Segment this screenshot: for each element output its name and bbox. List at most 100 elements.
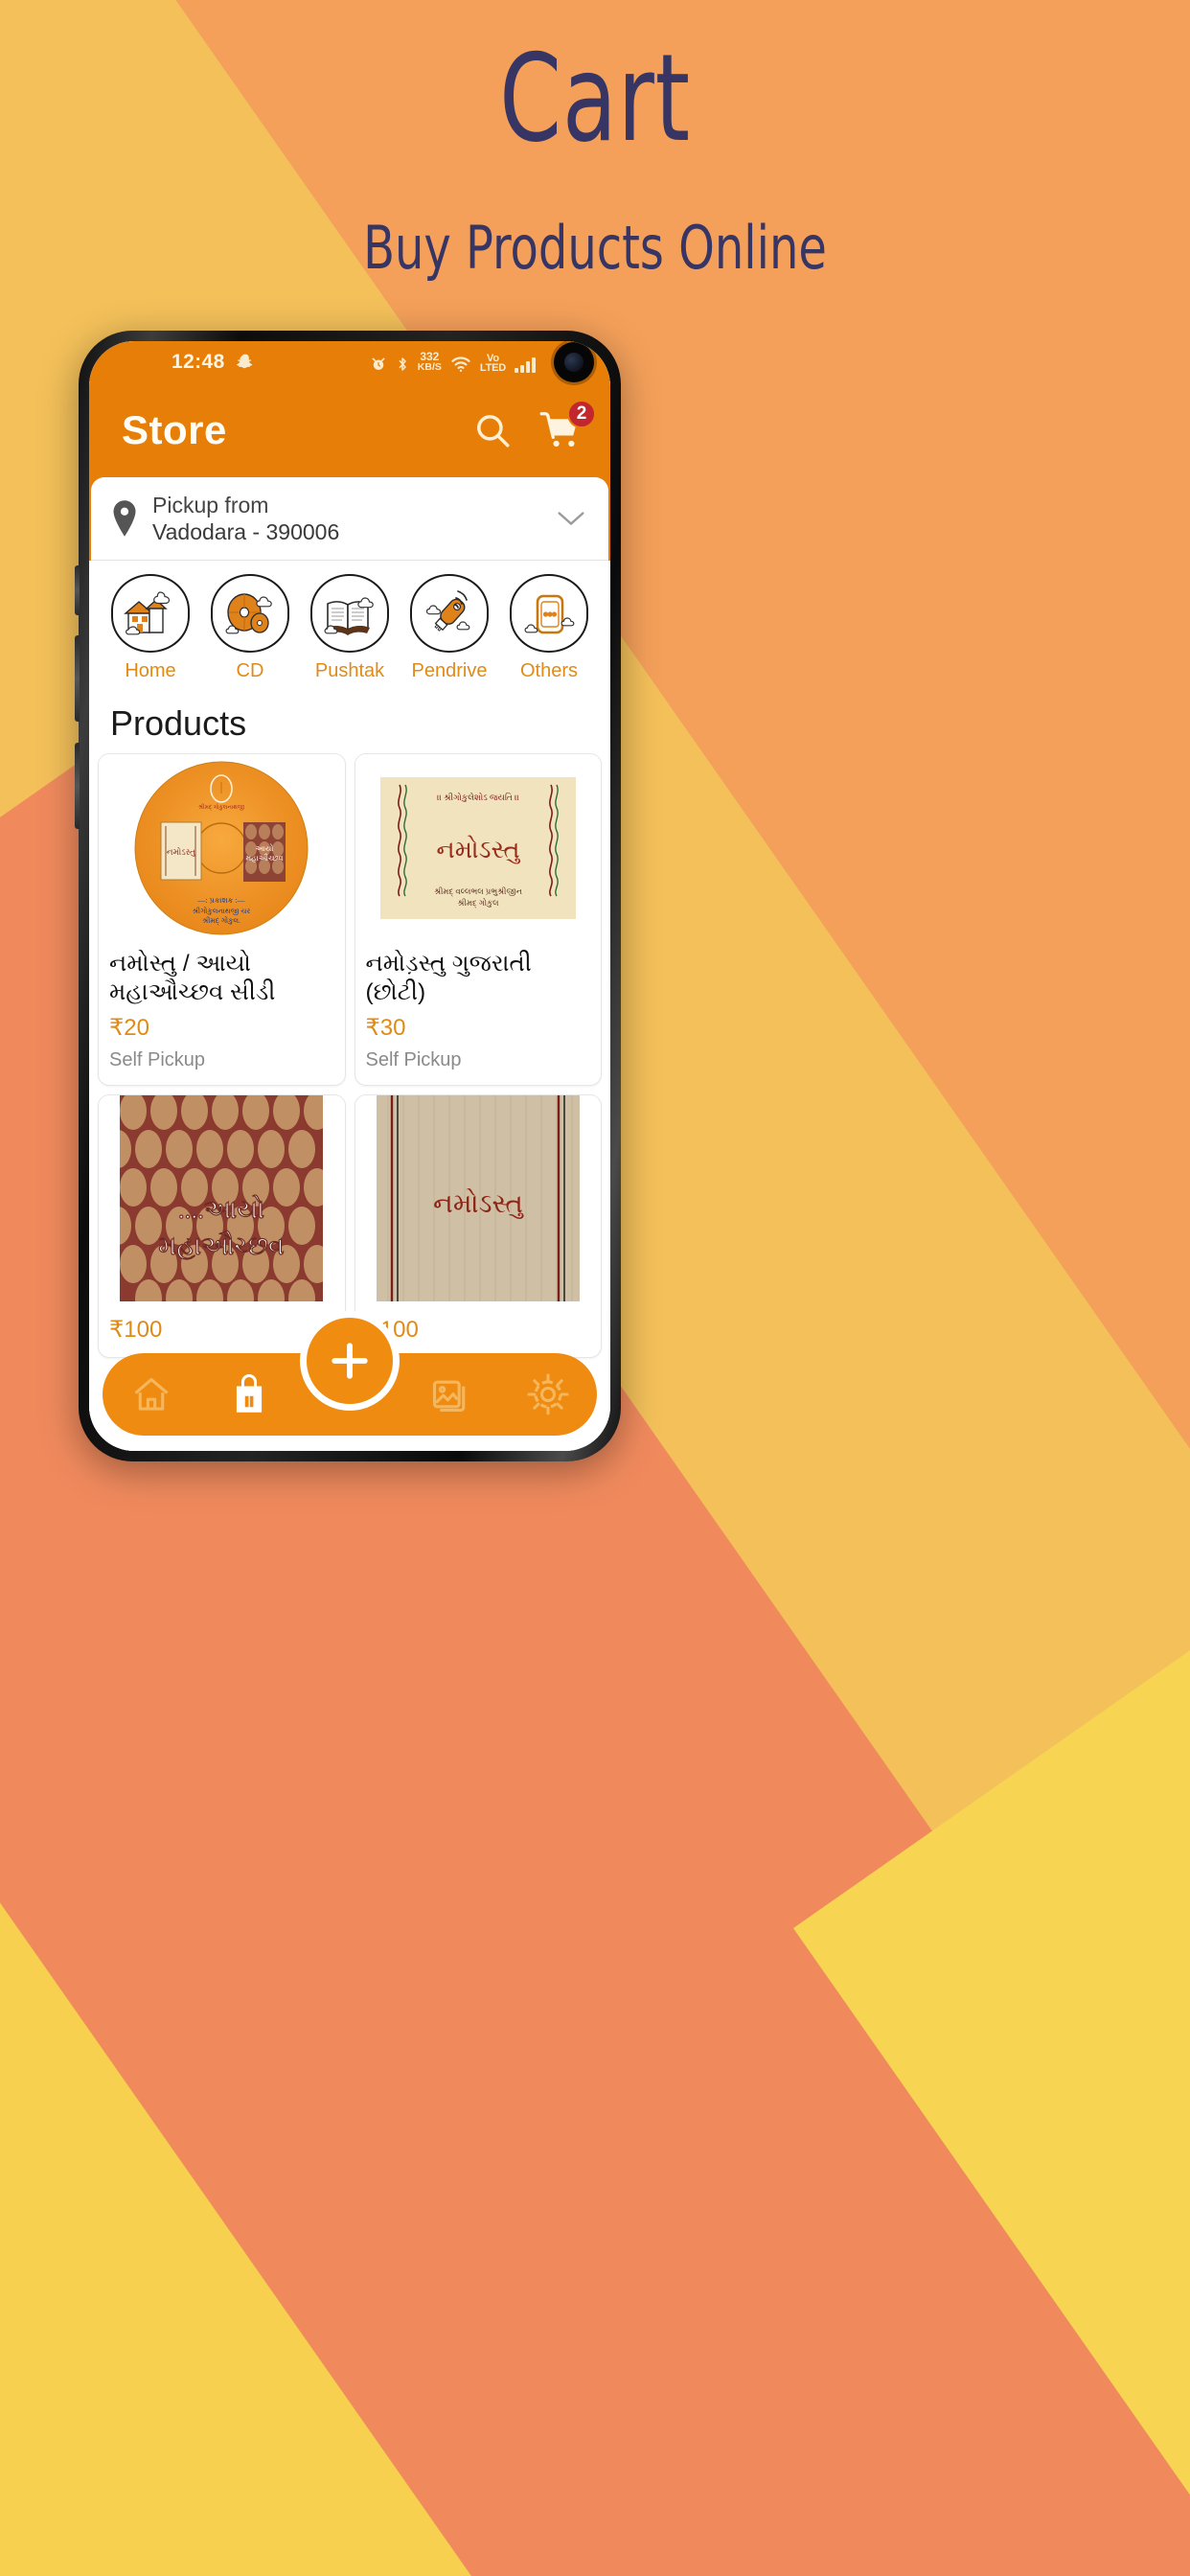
hero-section: Cart Buy Products Online [0, 0, 1190, 278]
status-time: 12:48 [172, 351, 225, 373]
product-price: ₹30 [365, 1014, 406, 1041]
home-icon [130, 1373, 172, 1415]
category-label-pendrive: Pendrive [411, 660, 488, 682]
product-card-body: નમોસ્તુ / આયો મહાઔચ્છવ સીડી ₹20 Self Pic… [99, 942, 345, 1085]
signal-bars-icon [515, 356, 536, 373]
svg-text:શ્રીમદ્ ગોકુલ.: શ્રીમદ્ ગોકુલ. [202, 915, 240, 925]
settings-gear-icon [526, 1372, 570, 1416]
svg-text:શ્રીમદ્ ગોકુલનાથજી: શ્રીમદ્ ગોકુલનાથજી [198, 803, 244, 811]
nav-item-gallery[interactable] [401, 1373, 499, 1415]
category-label-home: Home [125, 660, 176, 682]
product-price: ₹100 [365, 1316, 419, 1343]
product-image-book: ।। શ્રીગોકુલેશોઽ જયતિ ।। નમોઽસ્તુ શ્રીમદ… [355, 754, 601, 943]
nav-item-settings[interactable] [499, 1372, 597, 1416]
app-bar: Store 2 [89, 383, 610, 477]
pendrive-icon [420, 586, 479, 640]
alarm-icon [370, 356, 387, 373]
compact-disc-icon [220, 586, 280, 640]
svg-text:શ્રીગોકુલનાથજી ચર: શ્રીગોકુલનાથજી ચર [193, 906, 251, 915]
nav-item-shop[interactable] [200, 1372, 298, 1416]
app-screen: 12:48 332 KB/S Vo LTED Store 2 Pickup fr… [89, 341, 610, 1451]
bluetooth-icon [396, 356, 409, 373]
category-label-cd: CD [236, 660, 264, 682]
product-card-body: નમોડ઼સ્તુ ગુજરાતી (છોટી) ₹30 Self Pickup [355, 942, 602, 1085]
phone-screen-area: 12:48 332 KB/S Vo LTED Store 2 Pickup fr… [89, 341, 610, 1451]
snapchat-icon [236, 353, 255, 372]
phone-button-mute[interactable] [75, 565, 80, 615]
front-camera-punch-hole [554, 342, 594, 382]
category-item-pushtak[interactable]: Pushtak [306, 574, 394, 682]
phone-button-power[interactable] [75, 743, 80, 829]
svg-text:શ્રીમદ્ વલ્લભલ પ્રભુશ્રીજીન: શ્રીમદ્ વલ્લભલ પ્રભુશ્રીજીન [434, 886, 522, 897]
product-name: નમોસ્તુ / આયો મહાઔચ્છવ સીડી [109, 951, 276, 1005]
products-heading: Products [89, 690, 610, 754]
cart-button[interactable]: 2 [538, 400, 596, 451]
product-card[interactable]: ।। શ્રીગોકુલેશોઽ જયતિ ।। નમોઽસ્તુ શ્રીમદ… [354, 753, 602, 1086]
wifi-icon [450, 356, 471, 373]
product-price: ₹20 [109, 1014, 149, 1041]
volte-line2: LTE [479, 362, 499, 374]
pickup-label: Pickup from [152, 493, 269, 518]
image-text-line1: ....આયો [178, 1195, 264, 1224]
phone-mockup: 12:48 332 KB/S Vo LTED Store 2 Pickup fr… [75, 331, 621, 1461]
category-icon-wrap-home [111, 574, 190, 654]
svg-text:।। શ્રીગોકુલેશોઽ જયતિ ।।: ।। શ્રીગોકુલેશોઽ જયતિ ।। [437, 792, 519, 802]
volte-indicator: Vo LTED [479, 354, 506, 374]
page-root: Cart Buy Products Online 12:48 332 KB/S … [0, 0, 1190, 2576]
plus-icon [324, 1335, 376, 1387]
search-icon [472, 410, 513, 450]
product-card[interactable]: ....આયો મહાઔચ્છવ ₹100 [98, 1093, 346, 1358]
svg-text:—: પ્રકાશક :—: —: પ્રકાશક :— [197, 896, 246, 905]
svg-text:શ્રીમદ્ ગોકુલ: શ્રીમદ્ ગોકુલ [457, 897, 499, 908]
page-title: Cart [499, 28, 691, 169]
page-subtitle: Buy Products Online [363, 213, 827, 283]
category-label-pushtak: Pushtak [314, 660, 385, 682]
open-book-icon [320, 586, 379, 640]
house-icon [121, 586, 180, 640]
svg-text:નમોઽસ્તુ: નમોઽસ્તુ [167, 846, 196, 857]
image-text-line1: નમોઽસ્તુ [433, 1188, 524, 1219]
svg-text:આયો: આયો [256, 843, 274, 853]
product-card[interactable]: નમોઽસ્તુ આયો મહાઔચ્છવ શ્રીમદ્ ગોકુલનાથજી [98, 753, 346, 1086]
pickup-location-selector[interactable]: Pickup from Vadodara - 390006 [91, 477, 608, 562]
shopping-bag-icon [228, 1372, 270, 1416]
nav-item-home[interactable] [103, 1373, 200, 1415]
pickup-location: Vadodara - 390006 [152, 519, 340, 545]
category-item-others[interactable]: Others [505, 574, 593, 682]
product-image-cd: નમોઽસ્તુ આયો મહાઔચ્છવ શ્રીમદ્ ગોકુલનાથજી [99, 754, 345, 943]
svg-text:મહાઔચ્છવ: મહાઔચ્છવ [246, 853, 284, 862]
sim-label: D [498, 362, 506, 374]
phone-chat-icon [519, 586, 579, 640]
network-speed-unit: KB/S [417, 361, 442, 373]
category-item-pendrive[interactable]: Pendrive [405, 574, 493, 682]
add-product-fab[interactable] [300, 1311, 400, 1411]
image-text-line2: મહાઔચ્છવ [159, 1231, 285, 1260]
map-pin-icon [110, 500, 139, 537]
chevron-down-icon[interactable] [555, 508, 587, 529]
product-shipping: Self Pickup [365, 1048, 462, 1070]
cart-badge: 2 [567, 400, 596, 428]
status-bar: 12:48 332 KB/S Vo LTED [89, 341, 610, 383]
network-speed-indicator: 332 KB/S [417, 351, 442, 373]
category-item-home[interactable]: Home [106, 574, 195, 682]
gallery-icon [429, 1373, 471, 1415]
category-row: Home CD Pushtak Pendrive Others [89, 561, 610, 691]
category-item-cd[interactable]: CD [206, 574, 294, 682]
status-bar-left: 12:48 [172, 351, 255, 374]
category-icon-wrap-cd [211, 574, 289, 654]
app-title: Store [122, 407, 227, 452]
product-shipping: Self Pickup [109, 1048, 206, 1070]
product-image-mahaochhav: ....આયો મહાઔચ્છવ [99, 1094, 345, 1301]
phone-button-volume[interactable] [75, 635, 80, 722]
category-label-others: Others [519, 660, 579, 682]
svg-text:નમોઽસ્તુ: નમોઽસ્તુ [436, 836, 520, 863]
search-button[interactable] [472, 410, 513, 450]
product-card[interactable]: નમોઽસ્તુ ₹100 [354, 1093, 602, 1358]
pickup-section: Pickup from Vadodara - 390006 [89, 477, 610, 562]
category-icon-wrap-pendrive [410, 574, 489, 654]
category-icon-wrap-others [510, 574, 588, 654]
pickup-texts: Pickup from Vadodara - 390006 [152, 492, 339, 545]
app-bar-actions: 2 [472, 400, 596, 451]
product-image-cloth: નમોઽસ્તુ [355, 1094, 601, 1301]
product-name: નમોડ઼સ્તુ ગુજરાતી (છોટી) [365, 951, 532, 1005]
